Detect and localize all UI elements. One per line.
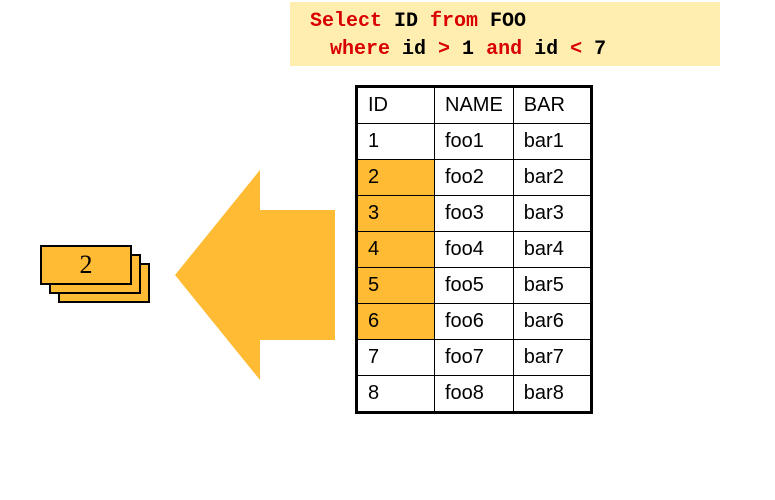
sql-identifier: id [534, 38, 570, 61]
sql-identifier: FOO [490, 10, 526, 33]
result-card-stack: 2 [40, 245, 150, 305]
table-cell: bar8 [513, 376, 591, 413]
result-card-front: 2 [40, 245, 132, 285]
table-row: 3foo3bar3 [357, 196, 592, 232]
table-cell: foo6 [435, 304, 514, 340]
table-cell: bar6 [513, 304, 591, 340]
table-header-cell: BAR [513, 87, 591, 124]
sql-identifier: id [402, 38, 438, 61]
sql-keyword: Select [310, 10, 394, 33]
table-cell: 6 [357, 304, 435, 340]
table-cell: foo7 [435, 340, 514, 376]
table-row: 8foo8bar8 [357, 376, 592, 413]
sql-keyword: and [486, 38, 534, 61]
table-row: 2foo2bar2 [357, 160, 592, 196]
table-cell: 4 [357, 232, 435, 268]
result-card-value: 2 [80, 250, 93, 280]
table-cell: bar7 [513, 340, 591, 376]
table-cell: 3 [357, 196, 435, 232]
sql-keyword: where [330, 38, 402, 61]
table-cell: 5 [357, 268, 435, 304]
table-header-cell: NAME [435, 87, 514, 124]
sql-query-box: Select ID from FOO where id > 1 and id <… [290, 2, 720, 66]
table-cell: foo1 [435, 124, 514, 160]
table-row: 7foo7bar7 [357, 340, 592, 376]
sql-line-1: Select ID from FOO [310, 8, 700, 36]
table-cell: foo5 [435, 268, 514, 304]
sql-keyword: < [570, 38, 594, 61]
table-header-cell: ID [357, 87, 435, 124]
sql-identifier: 1 [462, 38, 486, 61]
table-cell: bar3 [513, 196, 591, 232]
sql-keyword: > [438, 38, 462, 61]
data-table: IDNAMEBAR1foo1bar12foo2bar23foo3bar34foo… [355, 85, 593, 414]
table-cell: bar1 [513, 124, 591, 160]
left-arrow-icon [165, 170, 345, 380]
table-cell: foo3 [435, 196, 514, 232]
table-row: 1foo1bar1 [357, 124, 592, 160]
table-cell: 7 [357, 340, 435, 376]
table-row: 6foo6bar6 [357, 304, 592, 340]
table-cell: bar5 [513, 268, 591, 304]
sql-identifier: ID [394, 10, 430, 33]
table-cell: bar4 [513, 232, 591, 268]
sql-keyword: from [430, 10, 490, 33]
table-cell: bar2 [513, 160, 591, 196]
table-cell: 2 [357, 160, 435, 196]
table-cell: foo2 [435, 160, 514, 196]
table-cell: 1 [357, 124, 435, 160]
table-row: 4foo4bar4 [357, 232, 592, 268]
sql-identifier: 7 [594, 38, 606, 61]
table-cell: foo4 [435, 232, 514, 268]
sql-line-2: where id > 1 and id < 7 [310, 36, 700, 64]
table-cell: 8 [357, 376, 435, 413]
table-row: 5foo5bar5 [357, 268, 592, 304]
table-cell: foo8 [435, 376, 514, 413]
